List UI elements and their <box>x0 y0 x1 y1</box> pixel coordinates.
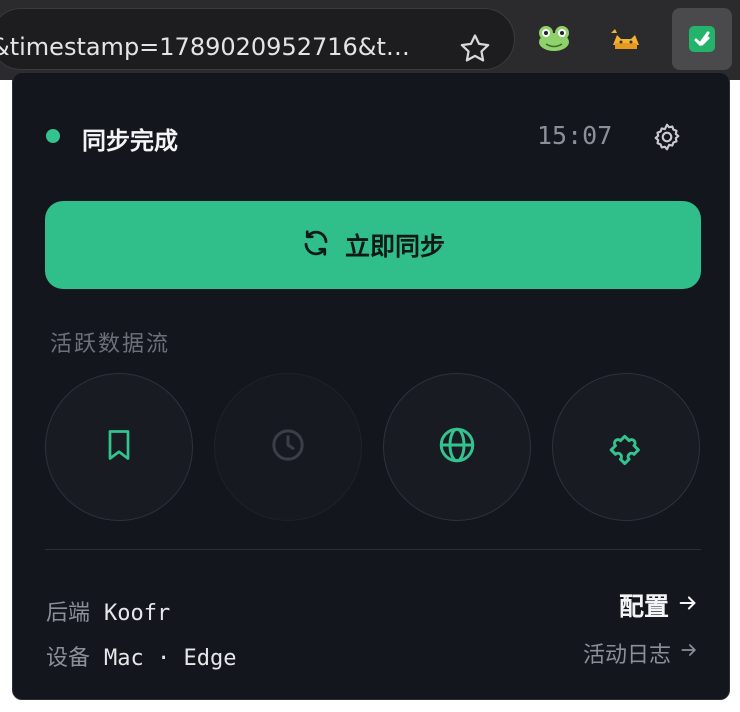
stream-extensions[interactable] <box>552 373 700 521</box>
last-sync-time: 15:07 <box>537 121 613 150</box>
activity-log-label: 活动日志 <box>582 643 671 668</box>
puzzle-icon <box>605 424 647 470</box>
cat-extension-icon[interactable] <box>606 18 646 58</box>
active-streams-heading: 活跃数据流 <box>50 332 171 357</box>
sync-status: 同步完成 <box>82 127 178 155</box>
refresh-icon <box>301 228 331 262</box>
device-info: 设备 Mac · Edge <box>46 640 236 672</box>
frog-extension-icon[interactable] <box>534 18 574 58</box>
device-value: Mac · Edge <box>104 646 237 671</box>
arrow-right-icon <box>677 591 699 620</box>
gear-icon[interactable] <box>649 119 685 155</box>
device-label: 设备 <box>46 646 91 671</box>
sync-now-button[interactable]: 立即同步 <box>45 201 701 289</box>
backend-label: 后端 <box>46 601 91 626</box>
history-clock-icon <box>268 425 308 469</box>
arrow-right-icon <box>679 640 699 666</box>
address-bar[interactable]: &timestamp=1789020952716&t… <box>0 8 515 70</box>
globe-icon <box>436 424 478 470</box>
config-link[interactable]: 配置 <box>619 587 699 623</box>
stream-bookmarks[interactable] <box>45 373 193 521</box>
stream-history[interactable] <box>214 373 362 521</box>
stream-tabs[interactable] <box>383 373 531 521</box>
sync-popup: 同步完成 15:07 立即同步 活跃数据流 后端 Koofr 设备 Mac · … <box>12 72 730 700</box>
sync-extension-icon[interactable] <box>672 8 732 70</box>
status-dot <box>46 129 60 143</box>
backend-value: Koofr <box>104 601 171 626</box>
browser-toolbar: &timestamp=1789020952716&t… <box>0 0 740 80</box>
backend-info: 后端 Koofr <box>46 595 170 627</box>
star-bookmark-icon[interactable] <box>457 31 493 67</box>
divider <box>45 549 701 550</box>
config-label: 配置 <box>618 592 669 621</box>
bookmark-icon <box>101 425 137 469</box>
activity-log-link[interactable]: 活动日志 <box>583 637 699 669</box>
sync-now-label: 立即同步 <box>344 232 445 261</box>
url-text: &timestamp=1789020952716&t… <box>0 33 410 61</box>
